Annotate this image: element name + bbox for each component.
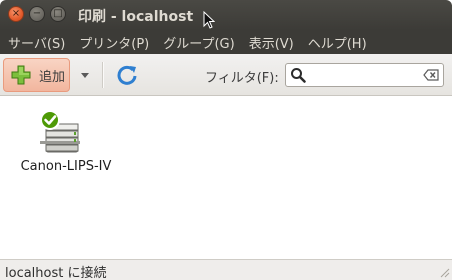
- mouse-cursor-icon: [203, 11, 215, 29]
- refresh-icon: [117, 65, 137, 85]
- status-text: localhost に接続: [5, 266, 107, 280]
- resize-grip-icon[interactable]: [438, 266, 450, 278]
- clear-icon[interactable]: [423, 69, 439, 81]
- menu-group[interactable]: グループ(G): [155, 33, 240, 52]
- title-bar[interactable]: × − □ 印刷 - localhost: [0, 0, 452, 30]
- chevron-down-icon: [81, 73, 89, 78]
- toolbar: 追加 フィルタ(F):: [0, 54, 452, 96]
- close-icon: ×: [11, 8, 21, 19]
- printer-icon: [40, 110, 80, 153]
- window-title: 印刷 - localhost: [78, 9, 194, 25]
- add-dropdown-button[interactable]: [78, 68, 92, 82]
- search-icon: [291, 68, 306, 83]
- menu-server[interactable]: サーバ(S): [0, 33, 71, 52]
- filter-search-box[interactable]: [285, 63, 444, 87]
- add-button-label: 追加: [39, 69, 66, 85]
- print-window: × − □ 印刷 - localhost サーバ(S) プリンタ(P) グループ…: [0, 0, 452, 280]
- printer-list: Canon-LIPS-IV: [0, 96, 452, 259]
- printer-name: Canon-LIPS-IV: [20, 159, 112, 174]
- checkmark-icon: [40, 110, 60, 130]
- plus-icon: [11, 65, 31, 85]
- minimize-button[interactable]: −: [29, 6, 45, 22]
- filter-label: フィルタ(F):: [205, 71, 279, 86]
- menu-help[interactable]: ヘルプ(H): [300, 33, 373, 52]
- printer-item[interactable]: Canon-LIPS-IV: [14, 104, 118, 184]
- status-bar: localhost に接続: [0, 259, 452, 280]
- menu-bar: サーバ(S) プリンタ(P) グループ(G) 表示(V) ヘルプ(H): [0, 30, 452, 54]
- toolbar-separator: [102, 62, 104, 88]
- close-button[interactable]: ×: [8, 6, 24, 22]
- add-button[interactable]: 追加: [3, 58, 70, 92]
- maximize-icon: □: [53, 8, 63, 19]
- refresh-button[interactable]: [114, 62, 140, 88]
- maximize-button[interactable]: □: [50, 6, 66, 22]
- filter-input[interactable]: [308, 66, 416, 84]
- menu-view[interactable]: 表示(V): [241, 33, 300, 52]
- menu-printer[interactable]: プリンタ(P): [71, 33, 155, 52]
- minimize-icon: −: [32, 8, 42, 19]
